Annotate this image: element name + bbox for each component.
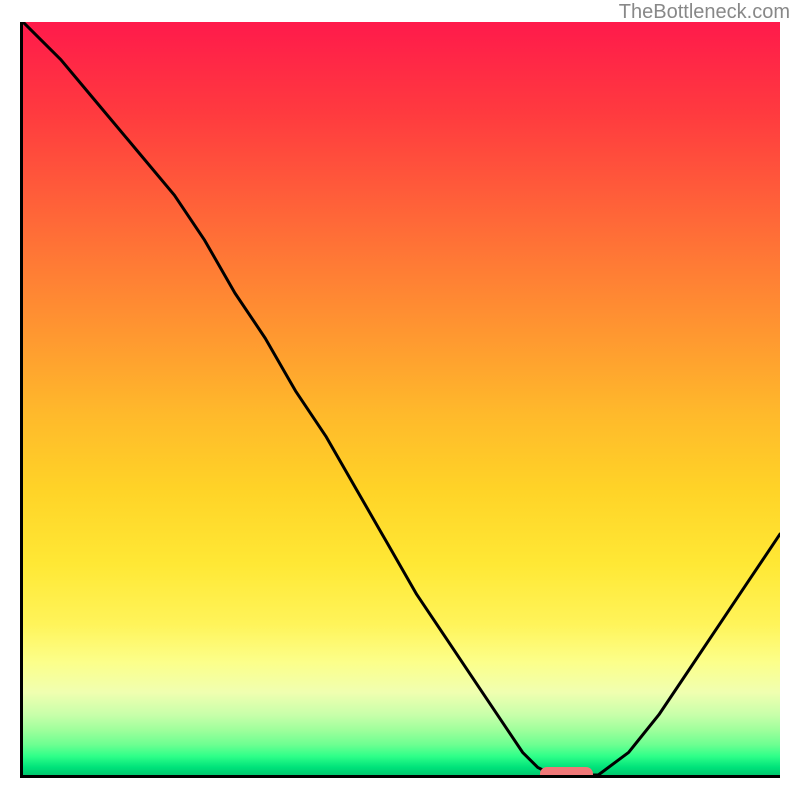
watermark-text: TheBottleneck.com [619,1,790,24]
optimal-range-marker [540,767,593,778]
chart-plot-area [20,22,780,778]
chart-curve [23,22,780,775]
